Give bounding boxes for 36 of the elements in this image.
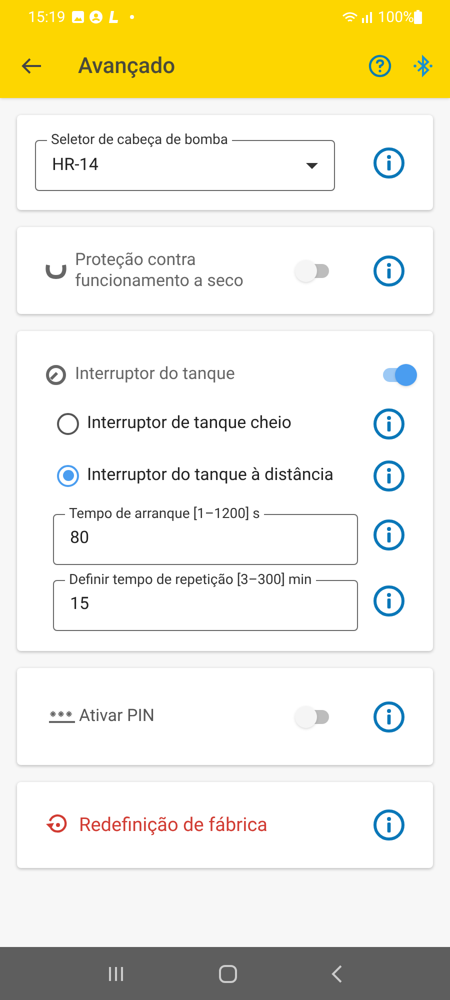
setting-label: Ativar PIN — [79, 704, 154, 728]
password-icon — [49, 710, 75, 724]
signal-icon — [360, 10, 374, 24]
setting-label: Proteção contra funcionamento a seco — [75, 250, 244, 292]
back-icon[interactable] — [331, 964, 343, 982]
battery-icon — [414, 10, 422, 24]
help-icon[interactable] — [368, 54, 392, 78]
account-icon — [89, 10, 104, 24]
app-icon — [108, 10, 120, 24]
info-icon[interactable] — [373, 460, 405, 492]
back-arrow-icon[interactable] — [20, 57, 42, 75]
radio-button[interactable] — [57, 412, 79, 434]
info-icon[interactable] — [373, 408, 405, 440]
toggle-switch[interactable] — [295, 260, 331, 282]
radio-button[interactable] — [57, 464, 79, 486]
info-icon[interactable] — [373, 700, 405, 732]
info-icon[interactable] — [373, 518, 405, 550]
setting-label: Interruptor do tanque — [75, 363, 235, 386]
home-icon[interactable] — [219, 964, 237, 982]
factory-reset-link[interactable]: Redefinição de fábrica — [79, 810, 268, 840]
wifi-icon — [342, 10, 358, 24]
toggle-switch[interactable] — [381, 364, 417, 386]
info-icon[interactable] — [373, 584, 405, 616]
recent-apps-icon[interactable] — [107, 966, 125, 982]
info-icon[interactable] — [373, 809, 405, 841]
radio-label: Interruptor do tanque à distância — [87, 464, 334, 487]
info-icon[interactable] — [373, 146, 405, 178]
toggle-switch[interactable] — [295, 706, 331, 728]
radio-label: Interruptor de tanque cheio — [87, 412, 292, 435]
info-icon[interactable] — [373, 254, 405, 286]
bluetooth-icon[interactable] — [412, 54, 434, 78]
page-title: Avançado — [78, 52, 176, 80]
battery-level: 100% — [378, 6, 414, 28]
status-time: 15:19 — [28, 6, 66, 28]
image-icon — [71, 10, 86, 24]
dropdown-caret-icon — [306, 162, 318, 168]
